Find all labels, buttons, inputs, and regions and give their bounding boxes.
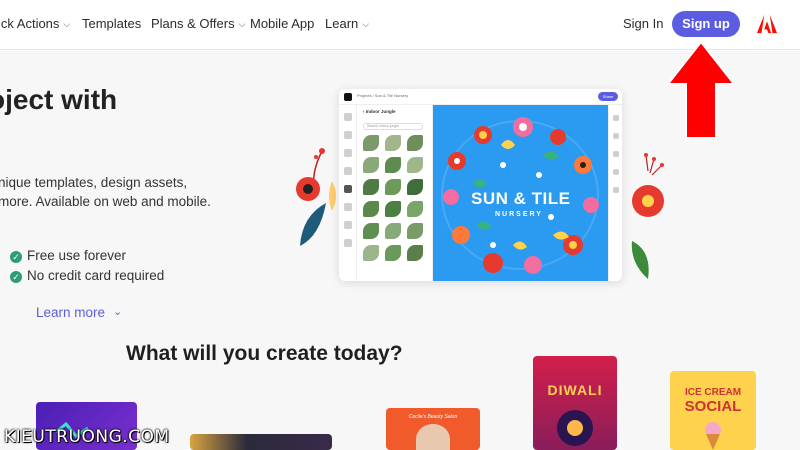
beauty-card-label: Cecile's Beauty Salon — [408, 414, 458, 420]
hero-description-line: more. Available on web and mobile. — [0, 194, 211, 209]
chevron-down-icon: ⌵ — [362, 19, 370, 29]
flower-decoration-icon — [296, 148, 336, 246]
mockup-toolbar: Projects / Sun & Tile Nursery Share — [339, 89, 622, 105]
diwali-card-label: DIWALI — [547, 382, 603, 398]
leaf-asset — [363, 157, 379, 173]
benefit-item: ✓ No credit card required — [10, 268, 164, 283]
template-card[interactable]: Cecile's Beauty Salon — [386, 408, 480, 450]
leaf-asset — [385, 201, 401, 217]
learn-more-link[interactable]: Learn more ⌄ — [36, 305, 122, 320]
leaf-asset — [363, 223, 379, 239]
leaf-asset — [385, 179, 401, 195]
template-card[interactable] — [190, 434, 332, 450]
canvas-title: SUN & TILE — [471, 189, 571, 208]
leaf-asset — [407, 157, 423, 173]
rail-icon — [613, 115, 619, 121]
nav-quick-actions[interactable]: ick Actions ⌵ — [0, 16, 70, 31]
hero-description-line: nique templates, design assets, — [0, 175, 188, 190]
editor-mockup: Projects / Sun & Tile Nursery Share ‹ In… — [339, 89, 622, 281]
rail-icon — [344, 239, 352, 247]
leaf-asset — [363, 245, 379, 261]
rail-icon — [613, 133, 619, 139]
mockup-search: Search indoor jungle — [363, 123, 423, 130]
nav-mobile-app-label: Mobile App — [250, 16, 315, 31]
leaf-asset — [407, 201, 423, 217]
leaf-asset — [407, 179, 423, 195]
nav-mobile-app[interactable]: Mobile App — [250, 16, 314, 31]
rail-icon — [613, 151, 619, 157]
ice-cream-line2: SOCIAL — [684, 398, 742, 415]
benefit-label: Free use forever — [27, 248, 127, 263]
hero-headline: oject with — [0, 84, 118, 115]
app-logo-icon — [344, 93, 352, 101]
rail-icon — [344, 113, 352, 121]
adobe-logo-icon[interactable] — [756, 13, 778, 35]
portrait-icon — [416, 424, 450, 450]
ice-cream-line1: ICE CREAM — [684, 387, 742, 398]
nav-plans-offers[interactable]: Plans & Offers ⌵ — [151, 16, 245, 31]
nav-learn[interactable]: Learn ⌵ — [325, 16, 369, 31]
mockup-share-button: Share — [598, 92, 618, 101]
nav-plans-offers-label: Plans & Offers — [151, 16, 235, 31]
learn-more-label: Learn more — [36, 305, 106, 320]
template-card[interactable]: DIWALI — [533, 356, 617, 450]
section-title: What will you create today? — [126, 342, 403, 365]
rail-icon — [344, 221, 352, 229]
hero-headline-line2: . — [0, 123, 2, 155]
hero-description: nique templates, design assets, more. Av… — [0, 173, 211, 211]
watermark: KIEUTRUONG.COM — [4, 427, 170, 447]
benefit-label: No credit card required — [27, 268, 165, 283]
rail-icon — [344, 149, 352, 157]
double-chevron-down-icon: ⌄ — [113, 306, 123, 318]
rail-icon — [344, 131, 352, 139]
chevron-down-icon: ⌵ — [238, 19, 246, 29]
leaf-asset — [363, 179, 379, 195]
nav-templates[interactable]: Templates — [82, 16, 141, 31]
check-circle-icon: ✓ — [10, 251, 22, 263]
leaf-asset — [385, 245, 401, 261]
canvas-subtitle: NURSERY — [495, 211, 543, 218]
mockup-panel-title: ‹ Indoor Jungle — [363, 109, 396, 114]
mockup-left-rail — [339, 105, 357, 281]
mockup-canvas: SUN & TILE NURSERY — [433, 105, 608, 281]
leaf-asset — [385, 223, 401, 239]
mockup-breadcrumb: Projects / Sun & Tile Nursery — [357, 93, 409, 98]
leaf-asset — [363, 135, 379, 151]
chevron-down-icon: ⌵ — [63, 19, 71, 29]
rail-icon — [344, 185, 352, 193]
nav-learn-label: Learn — [325, 16, 359, 31]
leaf-asset — [407, 223, 423, 239]
leaf-asset — [385, 135, 401, 151]
check-circle-icon: ✓ — [10, 271, 22, 283]
flower-decoration-icon — [631, 153, 664, 279]
lantern-icon — [557, 410, 593, 446]
rail-icon — [344, 203, 352, 211]
mockup-right-rail — [608, 105, 622, 281]
rail-icon — [344, 167, 352, 175]
ice-cream-icon — [705, 422, 721, 450]
red-arrow-annotation-icon — [665, 40, 737, 139]
benefit-item: ✓ Free use forever — [10, 248, 126, 263]
leaf-asset — [407, 245, 423, 261]
template-card[interactable]: ICE CREAM SOCIAL — [670, 371, 756, 450]
sign-in-link[interactable]: Sign In — [623, 16, 663, 31]
nav-templates-label: Templates — [82, 16, 142, 31]
leaf-asset — [407, 135, 423, 151]
leaf-asset — [363, 201, 379, 217]
sign-up-button[interactable]: Sign up — [672, 11, 740, 37]
rail-icon — [613, 187, 619, 193]
nav-quick-actions-label: ick Actions — [0, 16, 60, 31]
rail-icon — [613, 169, 619, 175]
mockup-assets-panel: ‹ Indoor Jungle Search indoor jungle — [357, 105, 433, 281]
leaf-asset — [385, 157, 401, 173]
